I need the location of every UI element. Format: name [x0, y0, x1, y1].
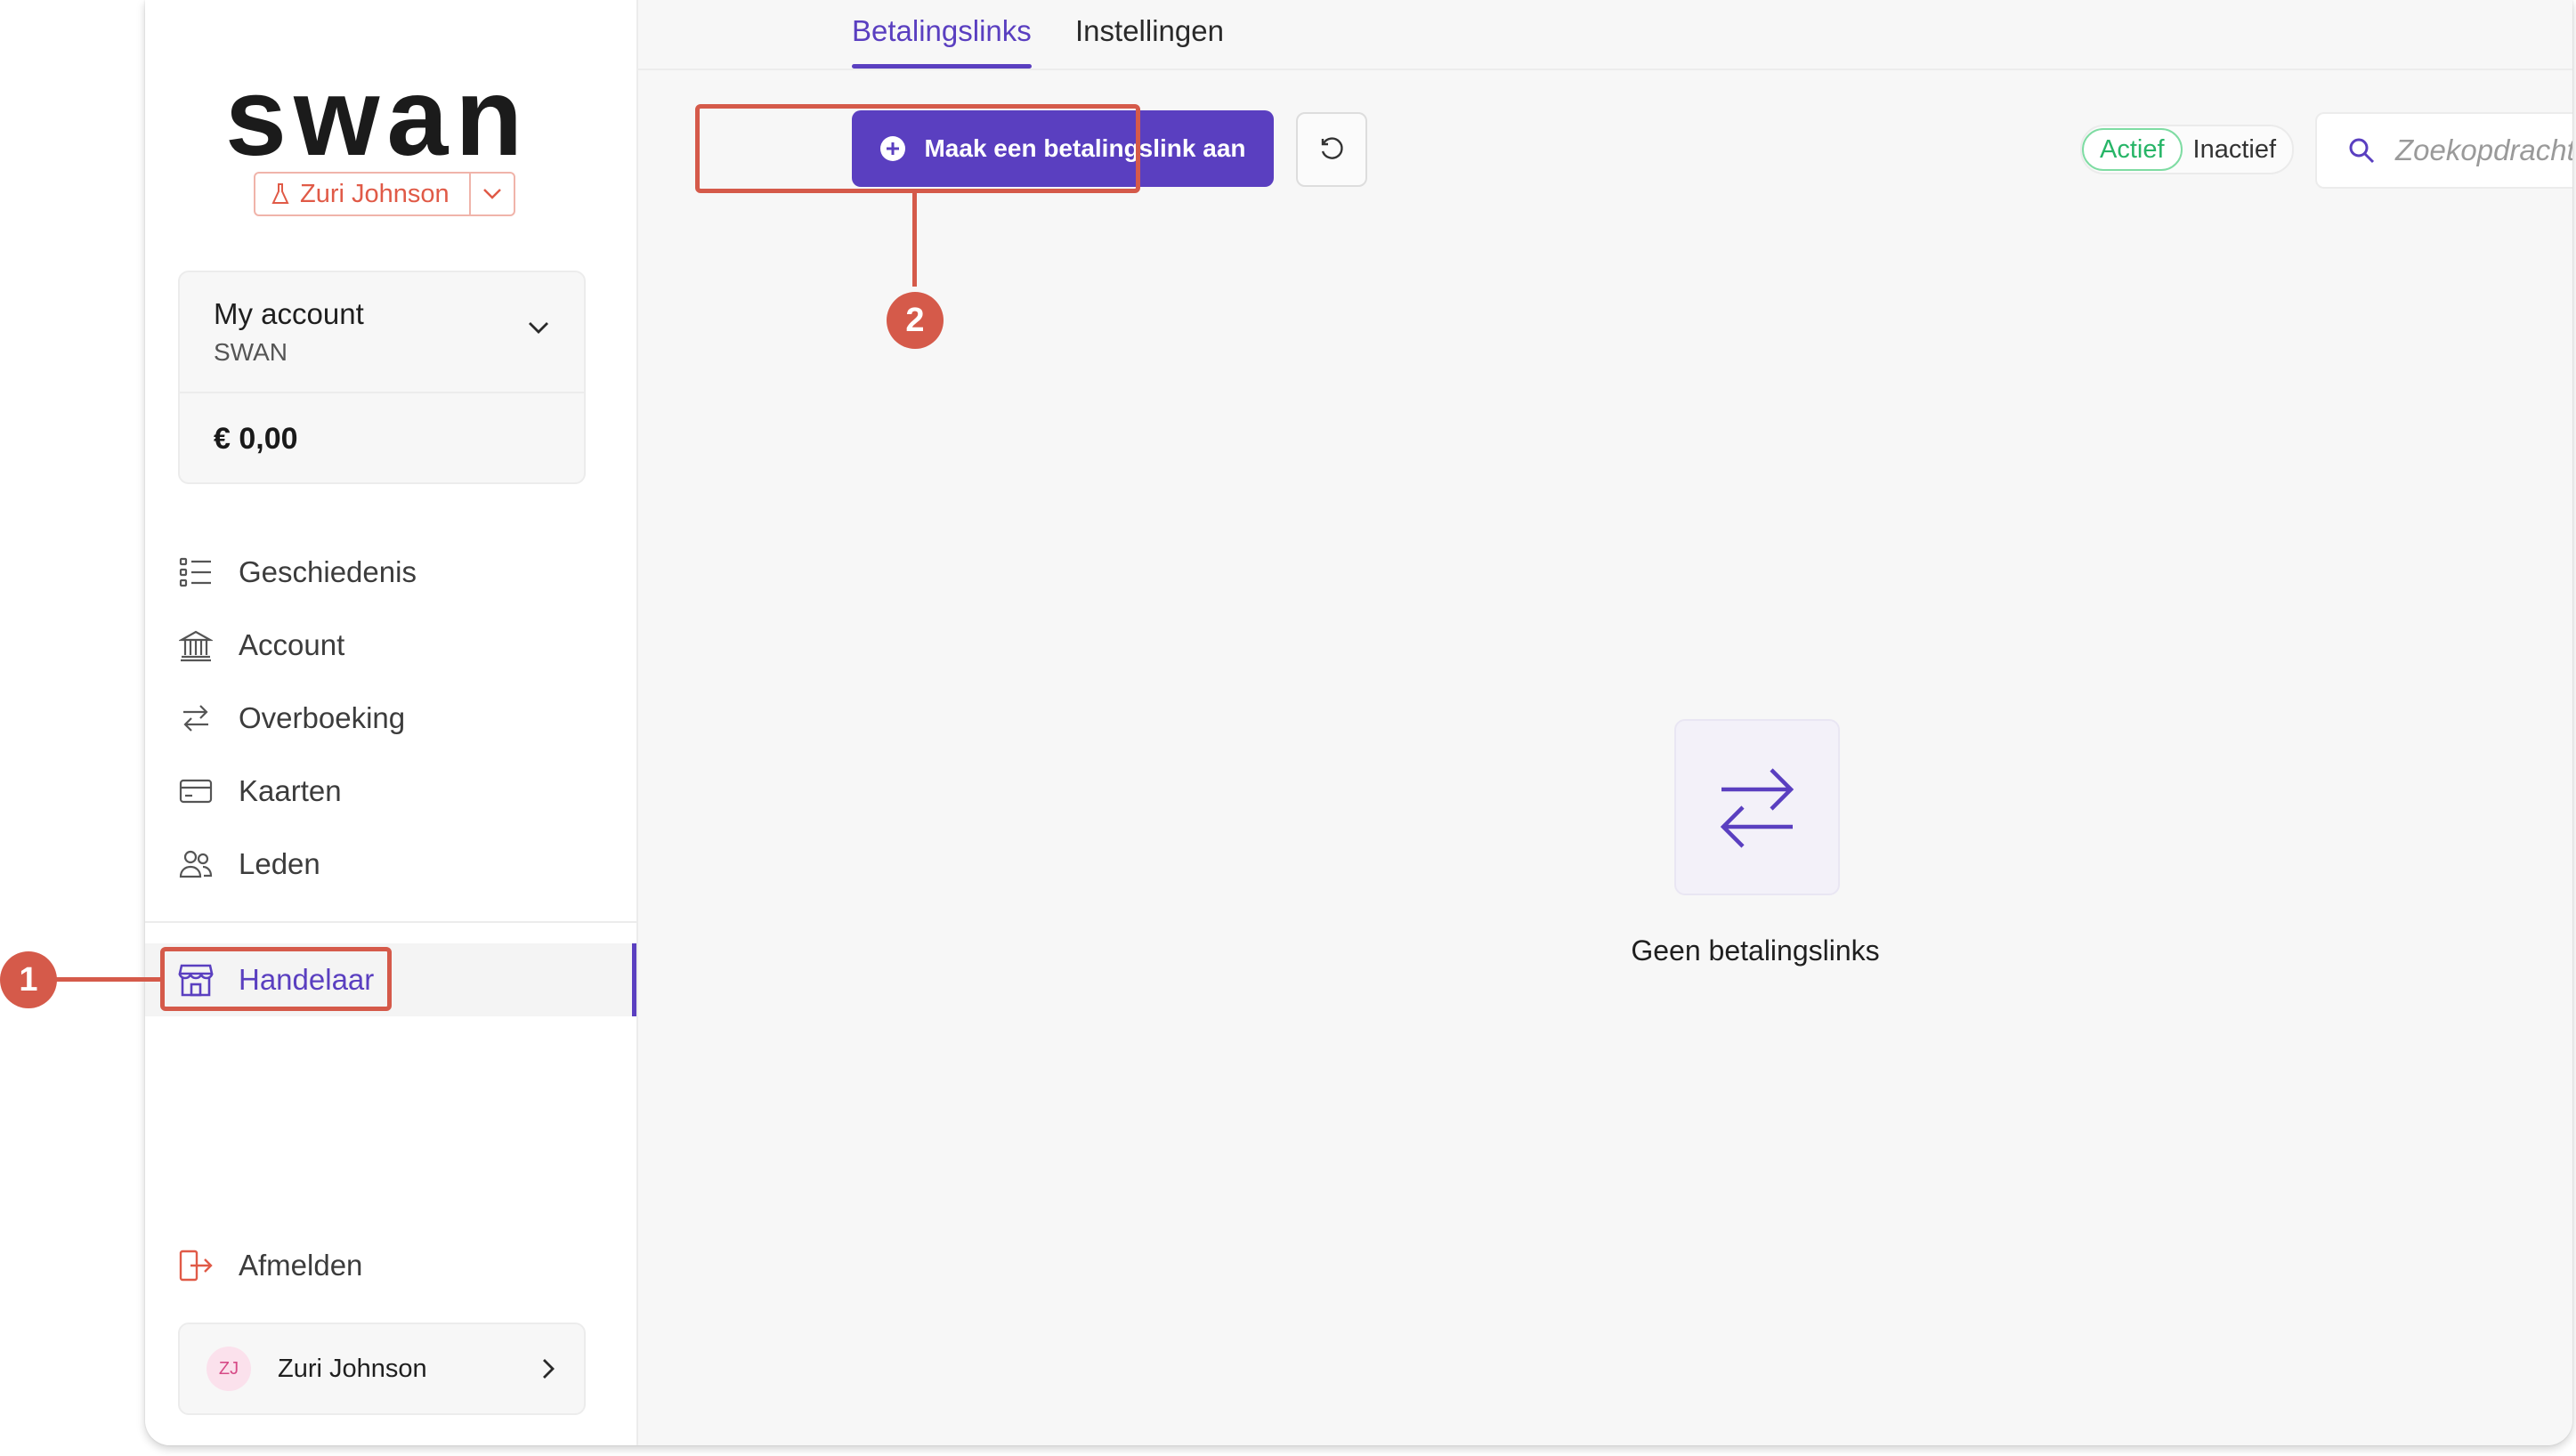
filter-inactief[interactable]: Inactief — [2183, 135, 2293, 165]
list-icon — [178, 554, 214, 590]
chevron-down-icon — [482, 189, 501, 199]
sidebar-item-label: Account — [239, 628, 345, 661]
card-icon — [178, 773, 214, 809]
annotation-marker-1: 1 — [0, 951, 57, 1008]
tab-bar: Betalingslinks Instellingen — [638, 0, 2572, 70]
chevron-right-icon — [543, 1359, 555, 1379]
sidebar-item-kaarten[interactable]: Kaarten — [178, 763, 342, 820]
bank-icon — [178, 627, 214, 663]
sidebar-item-geschiedenis[interactable]: Geschiedenis — [178, 544, 417, 601]
search-placeholder: Zoekopdracht — [2395, 133, 2572, 166]
annotation-highlight-create-button — [695, 104, 1140, 193]
app-window: swan Zuri Johnson My account SWAN € 0,00… — [145, 0, 2572, 1445]
account-name: My account — [214, 297, 364, 330]
sidebar-item-leden[interactable]: Leden — [178, 836, 320, 893]
sidebar: swan Zuri Johnson My account SWAN € 0,00… — [145, 0, 638, 1445]
transfer-icon — [1720, 768, 1794, 848]
flask-icon — [271, 183, 289, 204]
sidebar-item-account[interactable]: Account — [178, 617, 344, 674]
sidebar-item-label: Kaarten — [239, 774, 342, 807]
user-profile-card[interactable]: ZJ Zuri Johnson — [178, 1323, 586, 1415]
members-icon — [178, 846, 214, 882]
user-switcher[interactable]: Zuri Johnson — [254, 172, 515, 216]
search-input[interactable]: Zoekopdracht — [2315, 112, 2572, 189]
user-switcher-name: Zuri Johnson — [300, 179, 450, 208]
annotation-line-1 — [55, 977, 162, 982]
status-filter-toggle[interactable]: Actief Inactief — [2080, 125, 2295, 174]
empty-state-icon — [1674, 719, 1840, 895]
refresh-icon — [1321, 137, 1343, 159]
sidebar-item-label: Leden — [239, 847, 320, 880]
logout-label: Afmelden — [239, 1249, 363, 1282]
filter-actief[interactable]: Actief — [2082, 128, 2183, 171]
sidebar-divider — [145, 921, 636, 923]
account-balance: € 0,00 — [214, 422, 298, 456]
swan-logo: swan — [225, 56, 531, 179]
sidebar-item-label: Overboeking — [239, 701, 406, 734]
user-switcher-dropdown[interactable] — [471, 174, 514, 214]
empty-state-text: Geen betalingslinks — [1631, 934, 1880, 967]
logout-button[interactable]: Afmelden — [178, 1237, 362, 1294]
annotation-highlight-handelaar — [160, 947, 392, 1011]
chevron-down-icon — [529, 322, 548, 334]
user-name: Zuri Johnson — [278, 1354, 427, 1383]
avatar: ZJ — [207, 1347, 251, 1391]
refresh-button[interactable] — [1296, 112, 1367, 187]
account-org: SWAN — [214, 338, 288, 366]
sidebar-item-overboeking[interactable]: Overboeking — [178, 690, 405, 747]
sidebar-active-indicator — [632, 943, 636, 1016]
main-content: Betalingslinks Instellingen Maak een bet… — [638, 0, 2572, 1445]
sidebar-item-label: Geschiedenis — [239, 555, 417, 588]
transfer-icon — [178, 700, 214, 736]
annotation-line-2 — [912, 193, 917, 287]
tab-instellingen[interactable]: Instellingen — [1075, 14, 1224, 69]
logout-icon — [178, 1248, 214, 1283]
search-icon — [2349, 138, 2375, 164]
annotation-marker-2: 2 — [887, 292, 944, 349]
tab-betalingslinks[interactable]: Betalingslinks — [852, 14, 1032, 69]
account-selector[interactable]: My account SWAN € 0,00 — [178, 271, 586, 484]
